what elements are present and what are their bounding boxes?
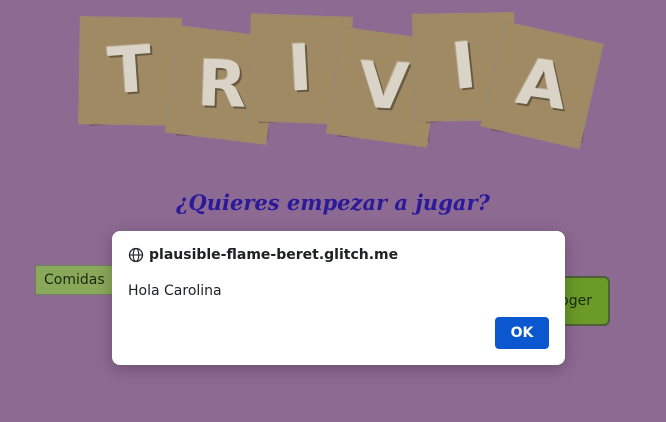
logo-tile-t: T	[78, 16, 182, 126]
ok-button[interactable]: OK	[495, 317, 549, 349]
page-question: ¿Quieres empezar a jugar?	[176, 190, 490, 215]
trivia-logo: T R I V I A	[78, 8, 604, 150]
logo-letter: A	[512, 44, 572, 126]
globe-icon	[128, 247, 144, 263]
logo-tile-a: A	[480, 20, 604, 150]
dialog-header: plausible-flame-beret.glitch.me	[128, 247, 398, 263]
alert-dialog: plausible-flame-beret.glitch.me Hola Car…	[112, 231, 565, 365]
dialog-origin: plausible-flame-beret.glitch.me	[149, 247, 399, 263]
dialog-message: Hola Carolina	[128, 283, 222, 299]
logo-letter: T	[105, 32, 155, 110]
